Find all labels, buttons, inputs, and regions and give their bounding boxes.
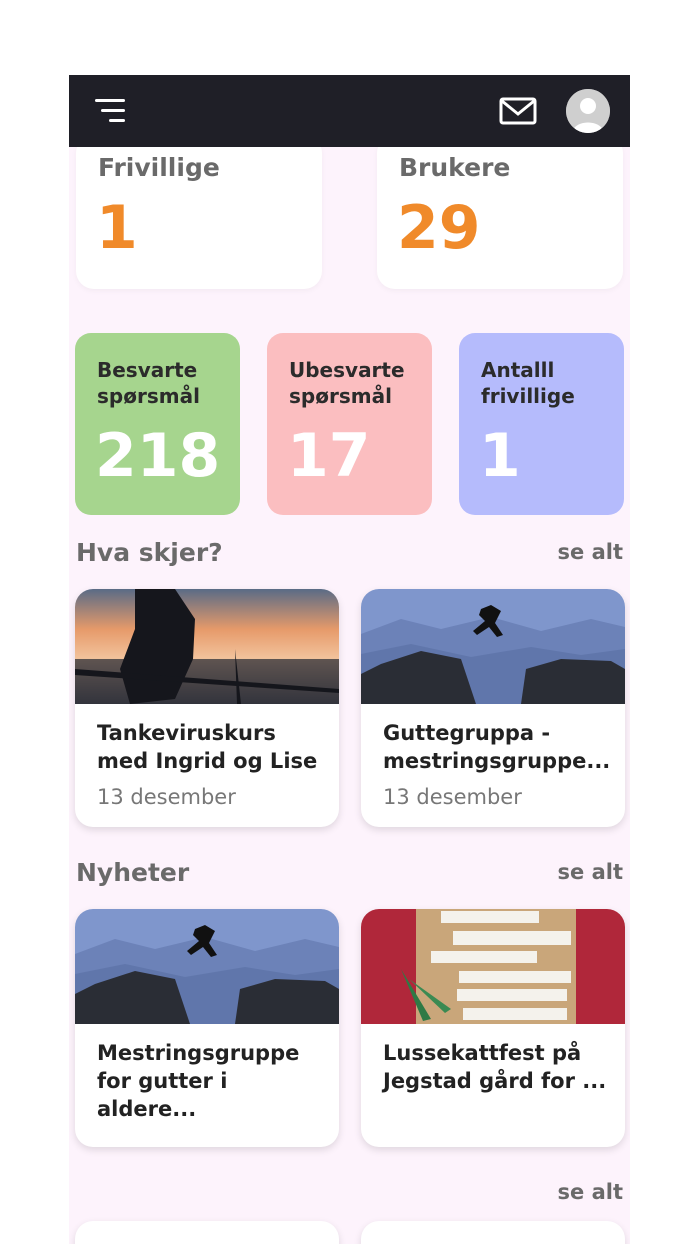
top-bar	[69, 75, 630, 147]
user-avatar[interactable]	[566, 89, 610, 133]
event-title: Tankeviruskurs med Ingrid og Lise	[97, 721, 318, 773]
tile-answered-questions[interactable]: Besvarte spørsmål 218	[75, 333, 240, 515]
partial-card[interactable]	[75, 1221, 339, 1244]
mountain-jump-photo	[361, 589, 625, 704]
news-see-all-link[interactable]: se alt	[558, 860, 623, 884]
tile-label: Besvarte spørsmål	[97, 358, 200, 408]
sunset-silhouette-photo	[75, 589, 339, 704]
tile-label: Antalll frivillige	[481, 358, 575, 408]
stat-label: Frivillige	[98, 153, 220, 182]
event-title: Guttegruppa - mestringsgruppe...	[383, 721, 611, 773]
mountain-jump-photo	[75, 909, 339, 1024]
stat-label: Brukere	[399, 153, 511, 182]
stat-value: 1	[96, 193, 138, 263]
news-section-title: Nyheter	[76, 858, 190, 887]
news-title: Mestringsgruppe for gutter i aldere...	[97, 1041, 300, 1121]
tile-value: 17	[287, 421, 371, 491]
mail-icon[interactable]	[499, 96, 537, 126]
tile-volunteer-count[interactable]: Antalll frivillige 1	[459, 333, 624, 515]
stat-value: 29	[397, 193, 481, 263]
event-date: 13 desember	[383, 785, 522, 809]
news-card[interactable]: Mestringsgruppe for gutter i aldere...	[75, 909, 339, 1147]
news-card[interactable]: Lussekattfest på Jegstad gård for ...	[361, 909, 625, 1147]
events-section-title: Hva skjer?	[76, 538, 223, 567]
event-card[interactable]: Guttegruppa - mestringsgruppe... 13 dese…	[361, 589, 625, 827]
handwritten-notes-photo	[361, 909, 625, 1024]
events-see-all-link[interactable]: se alt	[558, 540, 623, 564]
news-title: Lussekattfest på Jegstad gård for ...	[383, 1041, 607, 1093]
app-screen: Frivillige 1 Brukere 29 Besvarte spørsmå…	[69, 75, 630, 1244]
tile-label: Ubesvarte spørsmål	[289, 358, 405, 408]
tile-unanswered-questions[interactable]: Ubesvarte spørsmål 17	[267, 333, 432, 515]
tile-value: 218	[95, 421, 221, 491]
stat-card-users: Brukere 29	[377, 135, 623, 289]
menu-icon[interactable]	[93, 97, 129, 125]
section-see-all-link[interactable]: se alt	[558, 1180, 623, 1204]
event-date: 13 desember	[97, 785, 236, 809]
partial-card[interactable]	[361, 1221, 625, 1244]
tile-value: 1	[479, 421, 521, 491]
stat-card-volunteers: Frivillige 1	[76, 135, 322, 289]
event-card[interactable]: Tankeviruskurs med Ingrid og Lise 13 des…	[75, 589, 339, 827]
